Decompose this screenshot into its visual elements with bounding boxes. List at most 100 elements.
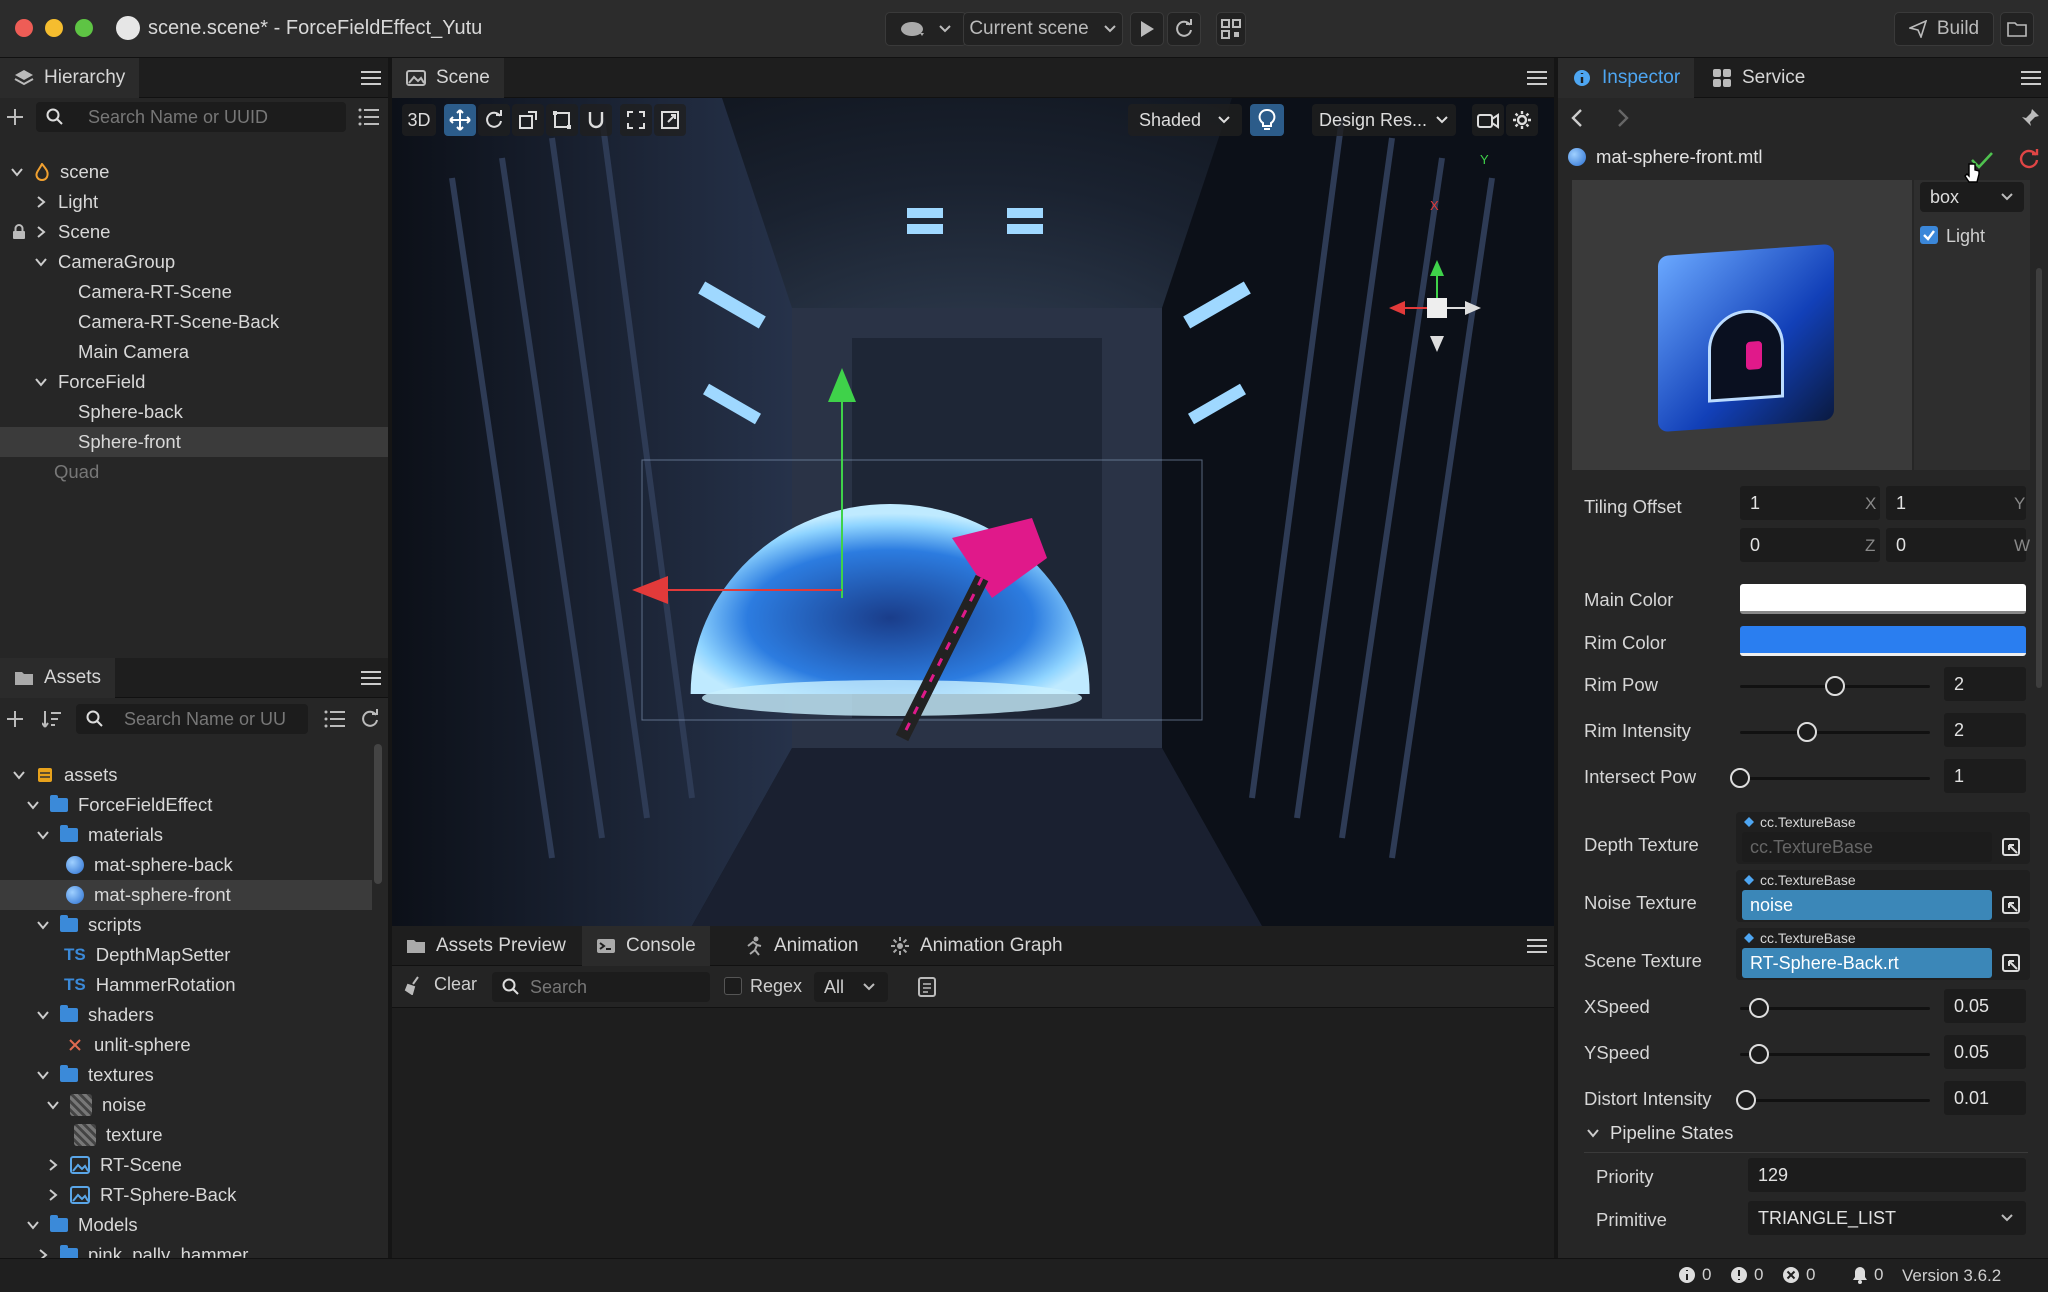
open-folder-button[interactable] [2000, 12, 2034, 46]
close-window-button[interactable] [15, 19, 33, 37]
notification-count[interactable]: 0 [1852, 1265, 1883, 1285]
scene-select[interactable]: Current scene [963, 12, 1123, 46]
asset-node-materials[interactable]: materials [0, 820, 372, 850]
distort-intensity-slider-handle[interactable] [1735, 1090, 1756, 1110]
scene-render[interactable] [392, 98, 1554, 926]
scene-texture-value-field[interactable]: RT-Sphere-Back.rt [1742, 948, 1992, 978]
add-asset-icon[interactable] [6, 710, 24, 728]
locate-asset-icon[interactable] [2002, 838, 2020, 856]
qr-preview-button[interactable] [1216, 12, 1246, 46]
assets-scrollbar[interactable] [374, 744, 382, 884]
chevron-down-icon[interactable] [1586, 1126, 1600, 1140]
tree-node-scene[interactable]: scene [0, 157, 388, 187]
noise-texture-value-field[interactable]: noise [1742, 890, 1992, 920]
xspeed-slider-handle[interactable] [1749, 998, 1769, 1018]
asset-node-texture[interactable]: texture [0, 1120, 372, 1150]
scene-menu-icon[interactable] [1526, 70, 1548, 86]
pin-icon[interactable] [2020, 108, 2040, 128]
add-node-icon[interactable] [6, 108, 24, 126]
revert-icon[interactable] [2018, 148, 2040, 170]
tree-node-main-camera[interactable]: Main Camera [0, 337, 388, 367]
asset-node-textures[interactable]: textures [0, 1060, 372, 1090]
clear-console-button[interactable]: Clear [404, 974, 477, 995]
regex-checkbox[interactable] [724, 977, 742, 995]
asset-node-assets[interactable]: assets [0, 760, 372, 790]
error-count[interactable]: 0 [1782, 1265, 1815, 1285]
asset-node-models[interactable]: Models [0, 1210, 372, 1240]
tree-node-camera-rt-scene-back[interactable]: Camera-RT-Scene-Back [0, 307, 388, 337]
preview-platform-button[interactable] [885, 12, 967, 46]
tab-inspector[interactable]: Inspector [1558, 58, 1695, 98]
tree-node-sphere-front[interactable]: Sphere-front [0, 427, 388, 457]
hierarchy-search-input[interactable]: Search Name or UUID [36, 102, 346, 132]
local-global-button[interactable] [654, 104, 686, 136]
tiling-y-input[interactable]: 1 [1886, 486, 2026, 520]
xspeed-input[interactable]: 0.05 [1944, 989, 2026, 1023]
yspeed-input[interactable]: 0.05 [1944, 1035, 2026, 1069]
tree-node-scene-root[interactable]: Scene [0, 217, 388, 247]
inspector-menu-icon[interactable] [2020, 70, 2042, 86]
asset-node-rt-sphere-back[interactable]: RT-Sphere-Back [0, 1180, 372, 1210]
asset-node-rt-scene[interactable]: RT-Scene [0, 1150, 372, 1180]
asset-node-shaders[interactable]: shaders [0, 1000, 372, 1030]
tab-animation[interactable]: Animation [730, 926, 873, 966]
tab-scene[interactable]: Scene [392, 58, 504, 98]
tab-assets[interactable]: Assets [0, 658, 116, 698]
tiling-x-input[interactable]: 1 [1740, 486, 1880, 520]
scene-settings-button[interactable] [1506, 104, 1538, 136]
rim-pow-input[interactable]: 2 [1944, 667, 2026, 701]
offset-z-input[interactable]: 0 [1740, 528, 1880, 562]
yspeed-slider-handle[interactable] [1749, 1044, 1769, 1064]
refresh-button[interactable] [1167, 12, 1201, 46]
primitive-select[interactable]: TRIANGLE_LIST [1748, 1201, 2026, 1235]
play-button[interactable] [1130, 12, 1164, 46]
intersect-pow-slider-handle[interactable] [1730, 768, 1750, 788]
refresh-icon[interactable] [360, 709, 380, 729]
asset-node-hammerrotation[interactable]: TS HammerRotation [0, 970, 372, 1000]
log-level-select[interactable]: All [814, 972, 888, 1002]
asset-node-mat-sphere-front[interactable]: mat-sphere-front [0, 880, 372, 910]
warning-count[interactable]: 0 [1730, 1265, 1763, 1285]
asset-node-mat-sphere-back[interactable]: mat-sphere-back [0, 850, 372, 880]
lock-icon[interactable] [12, 224, 26, 240]
depth-texture-value-field[interactable]: cc.TextureBase [1742, 832, 1992, 862]
asset-node-scripts[interactable]: scripts [0, 910, 372, 940]
rim-color-picker[interactable] [1740, 626, 2026, 656]
scale-tool-button[interactable] [512, 104, 544, 136]
tab-assets-preview[interactable]: Assets Preview [392, 926, 580, 966]
forward-arrow-icon[interactable] [1616, 108, 1630, 128]
tab-animation-graph[interactable]: Animation Graph [876, 926, 1077, 966]
tree-node-cameragroup[interactable]: CameraGroup [0, 247, 388, 277]
main-color-picker[interactable] [1740, 584, 2026, 614]
info-count[interactable]: 0 [1678, 1265, 1711, 1285]
camera-settings-button[interactable] [1472, 104, 1504, 136]
design-resolution-select[interactable]: Design Res... [1312, 104, 1456, 136]
offset-w-input[interactable]: 0 [1886, 528, 2026, 562]
preview-shape-select[interactable]: box [1920, 182, 2024, 212]
hierarchy-menu-icon[interactable] [360, 70, 382, 86]
snap-tool-button[interactable] [580, 104, 612, 136]
scene-viewport[interactable]: 3D Shaded Design Res... Y X [392, 98, 1554, 926]
tree-node-sphere-back[interactable]: Sphere-back [0, 397, 388, 427]
sort-icon[interactable] [42, 710, 62, 728]
locate-asset-icon[interactable] [2002, 896, 2020, 914]
maximize-window-button[interactable] [75, 19, 93, 37]
list-view-icon[interactable] [324, 710, 346, 728]
priority-input[interactable]: 129 [1748, 1158, 2026, 1192]
rim-intensity-slider-handle[interactable] [1796, 722, 1817, 742]
lighting-toggle-button[interactable] [1250, 104, 1284, 136]
asset-node-noise[interactable]: noise [0, 1090, 372, 1120]
minimize-window-button[interactable] [45, 19, 63, 37]
move-tool-button[interactable] [444, 104, 476, 136]
pivot-button[interactable] [620, 104, 652, 136]
assets-search-input[interactable]: Search Name or UU [76, 704, 308, 734]
rotate-tool-button[interactable] [478, 104, 510, 136]
rim-intensity-input[interactable]: 2 [1944, 713, 2026, 747]
tree-node-forcefield[interactable]: ForceField [0, 367, 388, 397]
locate-asset-icon[interactable] [2002, 954, 2020, 972]
rect-tool-button[interactable] [546, 104, 578, 136]
asset-node-unlit-sphere[interactable]: unlit-sphere [0, 1030, 372, 1060]
shading-select[interactable]: Shaded [1128, 104, 1242, 136]
rim-pow-slider-handle[interactable] [1825, 676, 1845, 696]
back-arrow-icon[interactable] [1570, 108, 1584, 128]
